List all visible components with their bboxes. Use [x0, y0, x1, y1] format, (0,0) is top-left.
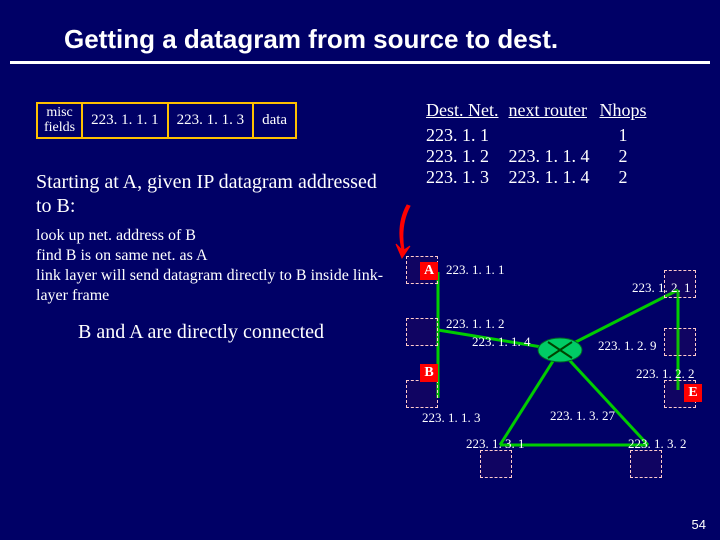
- table-row: 223. 1. 1 1: [426, 125, 657, 146]
- host-e-label: E: [684, 384, 702, 402]
- ip-packet: misc fields 223. 1. 1. 1 223. 1. 1. 3 da…: [36, 102, 297, 139]
- cell-dest: 223. 1. 3: [426, 167, 508, 188]
- host-a2-icon: [406, 318, 438, 346]
- host-d3-icon: [630, 450, 662, 478]
- cell-hops: 1: [599, 125, 656, 146]
- cell-next: [508, 125, 599, 146]
- title-underline: [10, 61, 710, 64]
- ip-router-left: 223. 1. 1. 4: [472, 334, 531, 350]
- cell-dest: 223. 1. 1: [426, 125, 508, 146]
- cell-dest: 223. 1. 2: [426, 146, 508, 167]
- slide-title: Getting a datagram from source to dest.: [0, 0, 720, 61]
- cell-hops: 2: [599, 146, 656, 167]
- pkt-src: 223. 1. 1. 1: [83, 104, 169, 137]
- cell-next: 223. 1. 1. 4: [508, 167, 599, 188]
- host-b-icon: [406, 380, 438, 408]
- bullet-text: look up net. address of B find B is on s…: [36, 226, 396, 306]
- ip-d2: 223. 1. 3. 1: [466, 436, 525, 452]
- network-diagram: A 223. 1. 1. 1 223. 1. 1. 2 223. 1. 1. 4…: [380, 230, 720, 490]
- th-next: next router: [508, 100, 599, 125]
- th-dest: Dest. Net.: [426, 100, 508, 125]
- ip-a2: 223. 1. 1. 2: [446, 316, 505, 332]
- ip-c1: 223. 1. 2. 1: [632, 280, 691, 296]
- start-text: Starting at A, given IP datagram address…: [36, 170, 386, 218]
- pkt-data: data: [254, 104, 295, 137]
- pkt-misc-top: misc: [46, 106, 72, 121]
- pkt-misc-bot: fields: [44, 121, 75, 136]
- table-row: 223. 1. 2 223. 1. 1. 4 2: [426, 146, 657, 167]
- host-a-label: A: [420, 262, 438, 280]
- pkt-misc: misc fields: [38, 104, 83, 137]
- table-row: 223. 1. 3 223. 1. 1. 4 2: [426, 167, 657, 188]
- cell-next: 223. 1. 1. 4: [508, 146, 599, 167]
- cell-hops: 2: [599, 167, 656, 188]
- pkt-dst: 223. 1. 1. 3: [169, 104, 255, 137]
- routing-table: Dest. Net. next router Nhops 223. 1. 1 1…: [426, 100, 657, 188]
- ip-d1: 223. 1. 3. 27: [550, 408, 615, 424]
- th-nhops: Nhops: [599, 100, 656, 125]
- page-number: 54: [692, 517, 706, 532]
- conclusion-text: B and A are directly connected: [78, 320, 378, 344]
- ip-c2: 223. 1. 2. 9: [598, 338, 657, 354]
- host-c2-icon: [664, 328, 696, 356]
- ip-d3: 223. 1. 3. 2: [628, 436, 687, 452]
- ip-b: 223. 1. 1. 3: [422, 410, 481, 426]
- ip-a: 223. 1. 1. 1: [446, 262, 505, 278]
- host-b-label: B: [420, 364, 438, 382]
- host-d2-icon: [480, 450, 512, 478]
- table-header-row: Dest. Net. next router Nhops: [426, 100, 657, 125]
